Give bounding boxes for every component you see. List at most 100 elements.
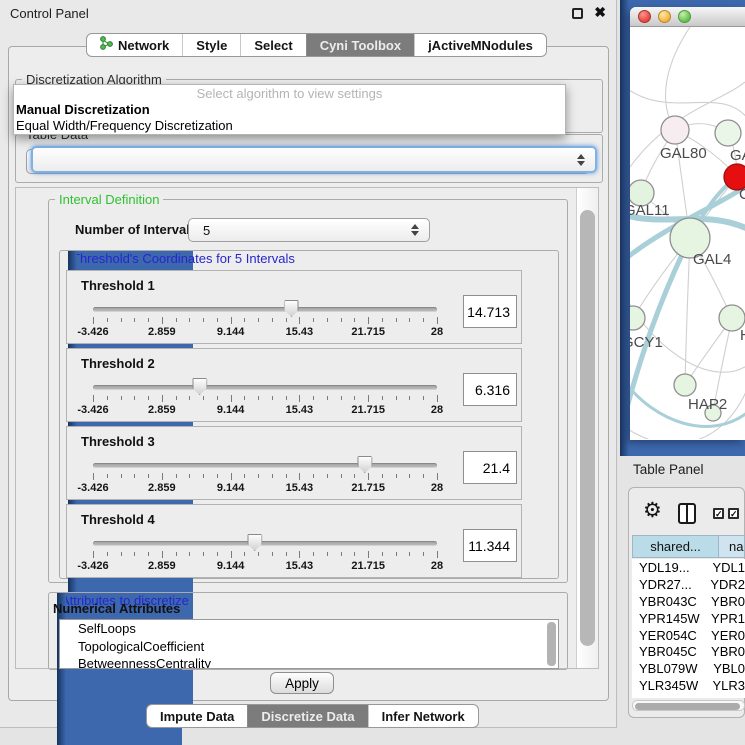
- tab-infer-network[interactable]: Infer Network: [368, 705, 478, 727]
- tab-impute-data-label: Impute Data: [160, 705, 234, 728]
- table-row[interactable]: YBL079WYBL0: [632, 660, 745, 677]
- column-header-name[interactable]: na: [719, 535, 745, 558]
- algorithm-option-equal-width[interactable]: Equal Width/Frequency Discretization: [14, 118, 565, 134]
- table-row[interactable]: YER054CYER0: [632, 627, 745, 644]
- threshold-1-value-field[interactable]: 14.713: [463, 295, 517, 328]
- network-node[interactable]: [715, 120, 741, 146]
- cell[interactable]: YPR1: [708, 611, 745, 626]
- slider-thumb[interactable]: [247, 534, 262, 551]
- panel-scrollbar-thumb[interactable]: [580, 210, 595, 646]
- list-item[interactable]: BetweennessCentrality: [60, 655, 558, 669]
- cell[interactable]: YER0: [708, 628, 745, 643]
- threshold-2-label: Threshold 2: [81, 356, 155, 371]
- slider-thumb[interactable]: [284, 300, 299, 317]
- close-icon[interactable]: ✖: [594, 4, 606, 21]
- table-row[interactable]: YLR345WYLR3: [632, 677, 745, 694]
- attributes-group: Attributes to discretize Numerical Attri…: [48, 592, 568, 670]
- slider-scale: -3.4262.8599.14415.4321.71528: [93, 404, 437, 416]
- cell[interactable]: YBL079W: [632, 661, 710, 676]
- tab-impute-data[interactable]: Impute Data: [147, 705, 247, 727]
- algorithm-dropdown-popup: Select algorithm to view settings Manual…: [13, 84, 566, 135]
- network-icon: [100, 34, 113, 57]
- cell[interactable]: YLR3: [709, 678, 745, 693]
- zoom-traffic-light-icon[interactable]: [678, 10, 691, 23]
- node-label: GAL4: [693, 251, 731, 268]
- slider-ticks: [93, 551, 437, 559]
- threshold-3-value-field[interactable]: 21.4: [463, 451, 517, 484]
- tab-network[interactable]: Network: [87, 34, 182, 56]
- cell[interactable]: YLR345W: [632, 678, 709, 693]
- cell[interactable]: YIL0: [715, 695, 745, 698]
- network-window: GAL80 GA C GAL11 GAL4 GCY1 H HAP2: [630, 7, 745, 440]
- slider-ticks: [93, 395, 437, 403]
- tab-jactivemnodules[interactable]: jActiveMNodules: [414, 34, 546, 56]
- cell[interactable]: YBR043C: [632, 594, 708, 609]
- tab-discretize-data-label: Discretize Data: [261, 705, 354, 728]
- number-of-intervals-label: Number of Intervals: [75, 222, 197, 237]
- network-window-titlebar: [630, 7, 745, 27]
- threshold-1-slider[interactable]: [93, 307, 437, 312]
- list-item[interactable]: SelfLoops: [60, 620, 558, 638]
- list-scrollbar[interactable]: [547, 622, 556, 666]
- table-row[interactable]: YIL052CYIL0: [632, 694, 745, 698]
- cell[interactable]: YDL1: [709, 560, 745, 575]
- column-layout-icon[interactable]: [678, 503, 696, 524]
- interval-definition-group: Interval Definition Number of Intervals …: [48, 199, 568, 583]
- slider-thumb[interactable]: [192, 378, 207, 395]
- close-traffic-light-icon[interactable]: [638, 10, 651, 23]
- control-panel-window: Control Panel ✖ Network S: [0, 0, 617, 728]
- cell[interactable]: YDL19...: [632, 560, 709, 575]
- cell[interactable]: YBL0: [710, 661, 745, 676]
- table-row[interactable]: YBR045CYBR0: [632, 643, 745, 660]
- tab-style[interactable]: Style: [182, 34, 240, 56]
- network-node[interactable]: [674, 374, 696, 396]
- threshold-3-slider[interactable]: [93, 463, 437, 468]
- threshold-2-slider[interactable]: [93, 385, 437, 390]
- table-horizontal-scrollbar-thumb[interactable]: [635, 703, 740, 710]
- cell[interactable]: YDR2: [707, 577, 745, 592]
- gear-icon[interactable]: ⚙: [643, 500, 662, 521]
- apply-button[interactable]: Apply: [270, 672, 334, 694]
- table-horizontal-scrollbar: [632, 700, 745, 711]
- threshold-4-slider[interactable]: [93, 541, 437, 546]
- cell[interactable]: YBR0: [708, 594, 745, 609]
- table-row[interactable]: YPR145WYPR1: [632, 610, 745, 627]
- tab-select[interactable]: Select: [240, 34, 305, 56]
- tab-network-label: Network: [118, 34, 169, 57]
- cell[interactable]: YPR145W: [632, 611, 708, 626]
- table-row[interactable]: YDR27...YDR2: [632, 576, 745, 593]
- network-node[interactable]: [661, 116, 689, 144]
- minimize-traffic-light-icon[interactable]: [658, 10, 671, 23]
- cell[interactable]: YBR045C: [632, 644, 708, 659]
- list-item[interactable]: TopologicalCoefficient: [60, 638, 558, 656]
- network-canvas[interactable]: GAL80 GA C GAL11 GAL4 GCY1 H HAP2: [630, 27, 745, 439]
- algorithm-combobox[interactable]: [31, 146, 597, 173]
- cell[interactable]: YIL052C: [632, 695, 715, 698]
- settings-scrollpane: Interval Definition Number of Intervals …: [15, 187, 599, 669]
- node-label: C: [739, 186, 745, 203]
- node-label: HAP2: [688, 396, 727, 413]
- algorithm-option-manual[interactable]: Manual Discretization: [14, 102, 565, 118]
- table-row[interactable]: YBR043CYBR0: [632, 593, 745, 610]
- table-header-row: shared... na: [632, 535, 745, 558]
- cell[interactable]: YBR0: [708, 644, 745, 659]
- node-label: H: [740, 327, 745, 344]
- tab-cyni-toolbox[interactable]: Cyni Toolbox: [306, 34, 414, 56]
- network-node[interactable]: [630, 306, 645, 330]
- tab-infer-network-label: Infer Network: [382, 705, 465, 728]
- cell[interactable]: YDR27...: [632, 577, 707, 592]
- slider-thumb[interactable]: [357, 456, 372, 473]
- checkbox-icon[interactable]: ✓: [728, 508, 739, 519]
- cell[interactable]: YER054C: [632, 628, 708, 643]
- combo-stepper-icon: [577, 154, 585, 166]
- window-title: Control Panel: [10, 6, 89, 21]
- float-window-icon[interactable]: [572, 8, 583, 19]
- column-header-shared-name[interactable]: shared...: [632, 535, 719, 558]
- table-row[interactable]: YDL19...YDL1: [632, 559, 745, 576]
- threshold-2-value-field[interactable]: 6.316: [463, 373, 517, 406]
- tab-discretize-data[interactable]: Discretize Data: [247, 705, 367, 727]
- threshold-4-value-field[interactable]: 11.344: [463, 529, 517, 562]
- number-of-intervals-combobox[interactable]: 5: [188, 218, 430, 242]
- checkbox-icon[interactable]: ✓: [713, 508, 724, 519]
- node-label: GAL11: [630, 202, 670, 219]
